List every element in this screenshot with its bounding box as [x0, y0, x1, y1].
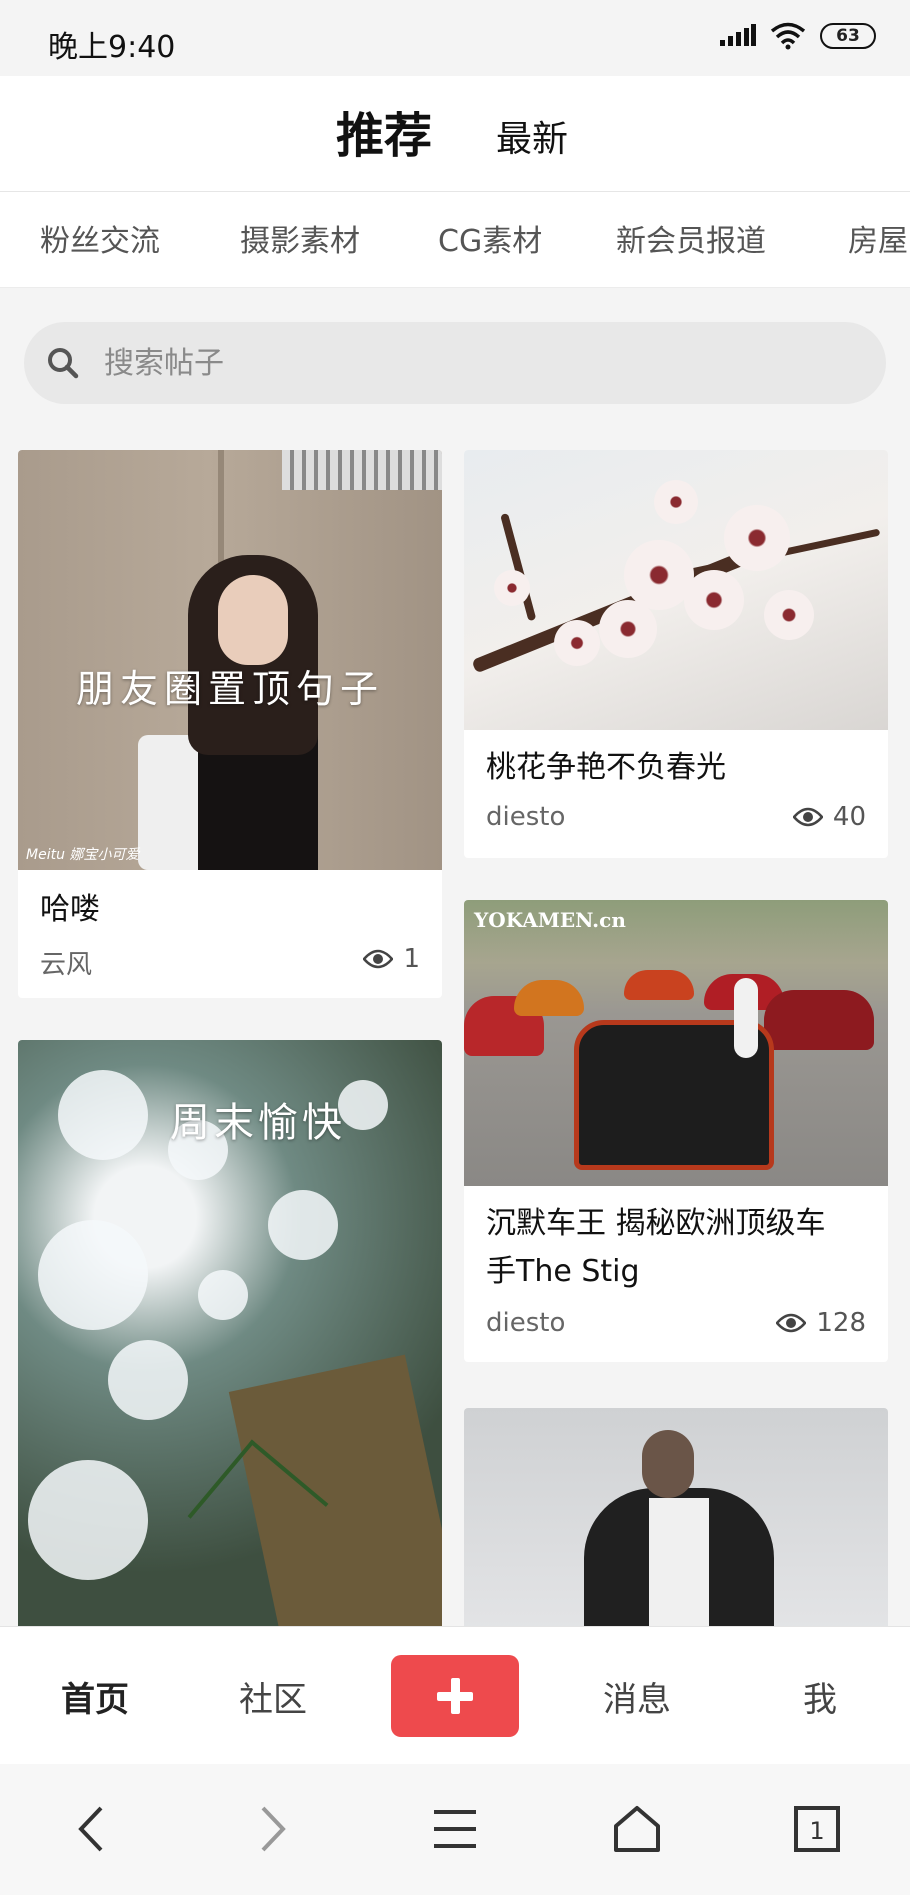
home-button[interactable] [602, 1794, 672, 1864]
post-image: YOKAMEN.cn [464, 900, 888, 1186]
wifi-icon [770, 22, 806, 50]
chevron-right-icon [261, 1806, 286, 1852]
category-item[interactable]: 粉丝交流 [40, 216, 160, 260]
forward-button[interactable] [238, 1794, 308, 1864]
tabs-icon: 1 [794, 1806, 840, 1852]
post-card[interactable]: 朋友圈置顶句子 Meitu 娜宝小可爱 哈喽 云风 1 [18, 450, 442, 998]
category-bar: 粉丝交流 摄影素材 CG素材 新会员报道 房屋 [0, 192, 910, 288]
search-icon [48, 348, 79, 379]
header-tabs: 推荐 最新 [0, 76, 910, 192]
status-icons: 63 [720, 22, 876, 50]
nav-home[interactable]: 首页 [40, 1627, 150, 1765]
bottom-nav: 首页 社区 消息 我 [0, 1626, 910, 1764]
post-views: 40 [792, 802, 866, 832]
post-views: 1 [363, 944, 420, 974]
post-author: diesto [486, 1308, 566, 1338]
chevron-left-icon [78, 1806, 103, 1852]
post-image: 周末愉快 [18, 1040, 442, 1630]
post-title: 桃花争艳不负春光 [486, 750, 726, 785]
image-caption: YOKAMEN.cn [474, 908, 626, 932]
menu-icon [434, 1810, 476, 1848]
view-count: 40 [832, 802, 866, 832]
post-image [464, 1408, 888, 1630]
category-item[interactable]: 摄影素材 [240, 216, 360, 260]
eye-icon [363, 949, 394, 969]
post-author: 云风 [40, 950, 93, 980]
post-author: diesto [486, 802, 566, 832]
nav-community[interactable]: 社区 [218, 1627, 328, 1765]
category-item[interactable]: 新会员报道 [616, 216, 766, 260]
search-input[interactable] [104, 322, 864, 404]
image-caption: 朋友圈置顶句子 [75, 667, 384, 711]
post-title-line: 手The Stig [486, 1254, 640, 1289]
eye-icon [776, 1313, 807, 1333]
signal-icon [720, 24, 756, 46]
search-bar[interactable] [24, 322, 886, 404]
post-card[interactable]: YOKAMEN.cn 沉默车王 揭秘欧洲顶级车 手The Stig diesto… [464, 900, 888, 1362]
view-count: 128 [816, 1308, 866, 1338]
eye-icon [792, 807, 823, 827]
system-nav: 1 [0, 1764, 910, 1895]
back-button[interactable] [56, 1794, 126, 1864]
tab-recommend[interactable]: 推荐 [336, 96, 432, 166]
battery-indicator: 63 [820, 23, 876, 49]
tab-count: 1 [809, 1817, 824, 1845]
category-item[interactable]: CG素材 [438, 216, 542, 260]
status-bar: 晚上9:40 63 [0, 0, 910, 76]
status-time: 晚上9:40 [48, 30, 176, 65]
nav-messages[interactable]: 消息 [582, 1627, 692, 1765]
image-watermark: Meitu 娜宝小可爱 [26, 847, 140, 863]
post-title-line: 沉默车王 揭秘欧洲顶级车 [486, 1206, 826, 1241]
tab-latest[interactable]: 最新 [496, 110, 568, 162]
post-image [464, 450, 888, 730]
post-title: 哈喽 [40, 892, 100, 927]
post-image: 朋友圈置顶句子 Meitu 娜宝小可爱 [18, 450, 442, 870]
view-count: 1 [403, 944, 420, 974]
home-icon [614, 1806, 660, 1852]
post-card[interactable]: 桃花争艳不负春光 diesto 40 [464, 450, 888, 858]
nav-me[interactable]: 我 [770, 1627, 870, 1765]
image-caption: 周末愉快 [170, 1100, 346, 1146]
post-card[interactable]: 周末愉快 [18, 1040, 442, 1630]
menu-button[interactable] [420, 1794, 490, 1864]
post-card[interactable] [464, 1408, 888, 1630]
add-post-button[interactable] [391, 1655, 519, 1737]
category-item[interactable]: 房屋 [848, 216, 908, 260]
tabs-button[interactable]: 1 [782, 1794, 852, 1864]
post-views: 128 [776, 1308, 866, 1338]
